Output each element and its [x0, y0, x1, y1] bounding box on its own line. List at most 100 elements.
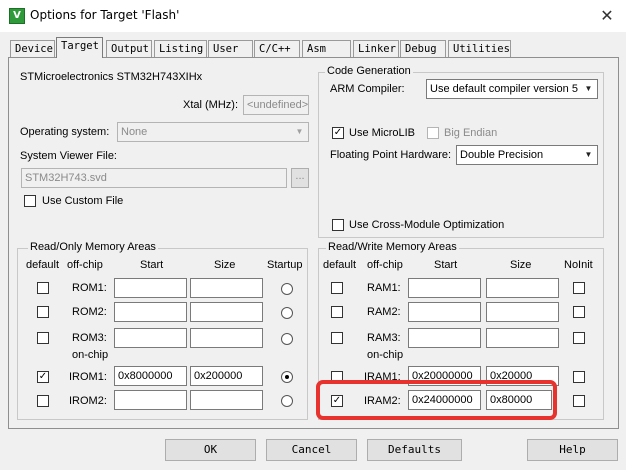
tab-linker[interactable]: Linker	[353, 40, 399, 57]
rom1-size-field[interactable]	[190, 278, 263, 298]
tab-debug[interactable]: Debug	[400, 40, 446, 57]
rom2-label: ROM2:	[72, 306, 107, 318]
tab-c-cpp[interactable]: C/C++	[254, 40, 300, 57]
ram3-label: RAM3:	[367, 332, 401, 344]
ram-group-title: Read/Write Memory Areas	[326, 241, 459, 253]
ram-header-start: Start	[434, 259, 458, 271]
svd-field[interactable]: STM32H743.svd	[21, 168, 287, 188]
microlib-label: Use MicroLIB	[349, 127, 416, 139]
tab-asm[interactable]: Asm	[302, 40, 351, 57]
irom1-label: IROM1:	[69, 371, 107, 383]
ram-onchip-label: on-chip	[367, 349, 404, 361]
irom2-startup-radio[interactable]	[281, 395, 293, 407]
fpu-select[interactable]: Double Precision ▼	[456, 145, 598, 165]
irom2-default-checkbox[interactable]	[37, 395, 49, 407]
ram2-noinit-checkbox[interactable]	[573, 306, 585, 318]
ram3-noinit-checkbox[interactable]	[573, 332, 585, 344]
irom1-start-field[interactable]: 0x8000000	[114, 366, 187, 386]
ram2-start-field[interactable]	[408, 302, 481, 322]
ok-button[interactable]: OK	[165, 439, 256, 461]
tab-device[interactable]: Device	[10, 40, 55, 57]
ram-header-size: Size	[510, 259, 532, 271]
ram2-label: RAM2:	[367, 306, 401, 318]
close-icon[interactable]: ✕	[594, 4, 620, 28]
irom2-size-field[interactable]	[190, 390, 263, 410]
compiler-value: Use default compiler version 5	[430, 83, 578, 95]
rom1-startup-radio[interactable]	[281, 283, 293, 295]
tab-target[interactable]: Target	[56, 37, 103, 58]
ram3-size-field[interactable]	[486, 328, 559, 348]
custom-file-label: Use Custom File	[42, 195, 124, 207]
keil-app-icon: V	[9, 8, 25, 24]
svd-label: System Viewer File:	[20, 150, 117, 162]
defaults-button[interactable]: Defaults	[367, 439, 462, 461]
rom-header-default: default	[26, 259, 60, 271]
irom1-size-field[interactable]: 0x200000	[190, 366, 263, 386]
ram1-noinit-checkbox[interactable]	[573, 282, 585, 294]
os-select[interactable]: None ▼	[117, 122, 309, 142]
code-generation-title: Code Generation	[325, 65, 413, 77]
ram2-default-checkbox[interactable]	[331, 306, 343, 318]
compiler-select[interactable]: Use default compiler version 5 ▼	[426, 79, 598, 99]
tab-output[interactable]: Output	[106, 40, 152, 57]
rom2-size-field[interactable]	[190, 302, 263, 322]
cancel-button[interactable]: Cancel	[266, 439, 357, 461]
browse-svd-button[interactable]: ...	[291, 168, 309, 188]
ram2-size-field[interactable]	[486, 302, 559, 322]
ram-header-offchip: off-chip	[367, 259, 403, 271]
tab-utilities[interactable]: Utilities	[448, 40, 511, 57]
irom2-start-field[interactable]	[114, 390, 187, 410]
rom-onchip-label: on-chip	[72, 349, 109, 361]
ram-header-default: default	[323, 259, 357, 271]
ram3-start-field[interactable]	[408, 328, 481, 348]
chevron-down-icon: ▼	[584, 84, 593, 93]
fpu-label: Floating Point Hardware:	[330, 149, 452, 161]
fpu-value: Double Precision	[460, 149, 544, 161]
iram2-noinit-checkbox[interactable]	[573, 395, 585, 407]
tab-user[interactable]: User	[208, 40, 253, 57]
ram3-default-checkbox[interactable]	[331, 332, 343, 344]
ram1-size-field[interactable]	[486, 278, 559, 298]
cross-module-label: Use Cross-Module Optimization	[349, 219, 505, 231]
rom3-start-field[interactable]	[114, 328, 187, 348]
rom1-default-checkbox[interactable]	[37, 282, 49, 294]
cross-module-checkbox[interactable]	[332, 219, 344, 231]
radio-selected-dot	[285, 375, 289, 379]
xtal-field[interactable]: <undefined>	[243, 95, 309, 115]
rom-group-title: Read/Only Memory Areas	[28, 241, 158, 253]
rom3-size-field[interactable]	[190, 328, 263, 348]
tab-listing[interactable]: Listing	[154, 40, 207, 57]
rom-header-size: Size	[214, 259, 236, 271]
microlib-checkbox[interactable]: ✓	[332, 127, 344, 139]
rom1-label: ROM1:	[72, 282, 107, 294]
big-endian-checkbox[interactable]	[427, 127, 439, 139]
os-label: Operating system:	[20, 126, 110, 138]
os-value: None	[121, 126, 148, 138]
chevron-down-icon: ▼	[584, 150, 593, 159]
ram1-label: RAM1:	[367, 282, 401, 294]
rom2-start-field[interactable]	[114, 302, 187, 322]
ram-header-noinit: NoInit	[564, 259, 593, 271]
rom2-default-checkbox[interactable]	[37, 306, 49, 318]
device-name: STMicroelectronics STM32H743XIHx	[20, 71, 203, 83]
irom1-startup-radio[interactable]	[281, 371, 293, 383]
help-button[interactable]: Help	[527, 439, 618, 461]
annotation-highlight	[316, 380, 557, 420]
chevron-down-icon: ▼	[295, 127, 304, 136]
rom1-start-field[interactable]	[114, 278, 187, 298]
rom-header-start: Start	[140, 259, 164, 271]
ram1-default-checkbox[interactable]	[331, 282, 343, 294]
rom3-default-checkbox[interactable]	[37, 332, 49, 344]
ram1-start-field[interactable]	[408, 278, 481, 298]
window-title: Options for Target 'Flash'	[30, 8, 180, 22]
rom2-startup-radio[interactable]	[281, 307, 293, 319]
rom3-label: ROM3:	[72, 332, 107, 344]
irom1-default-checkbox[interactable]: ✓	[37, 371, 49, 383]
rom-header-startup: Startup	[267, 259, 303, 271]
custom-file-checkbox[interactable]	[24, 195, 36, 207]
compiler-label: ARM Compiler:	[330, 83, 405, 95]
rom3-startup-radio[interactable]	[281, 333, 293, 345]
iram1-noinit-checkbox[interactable]	[573, 371, 585, 383]
big-endian-label: Big Endian	[444, 127, 498, 139]
rom-header-offchip: off-chip	[67, 259, 103, 271]
